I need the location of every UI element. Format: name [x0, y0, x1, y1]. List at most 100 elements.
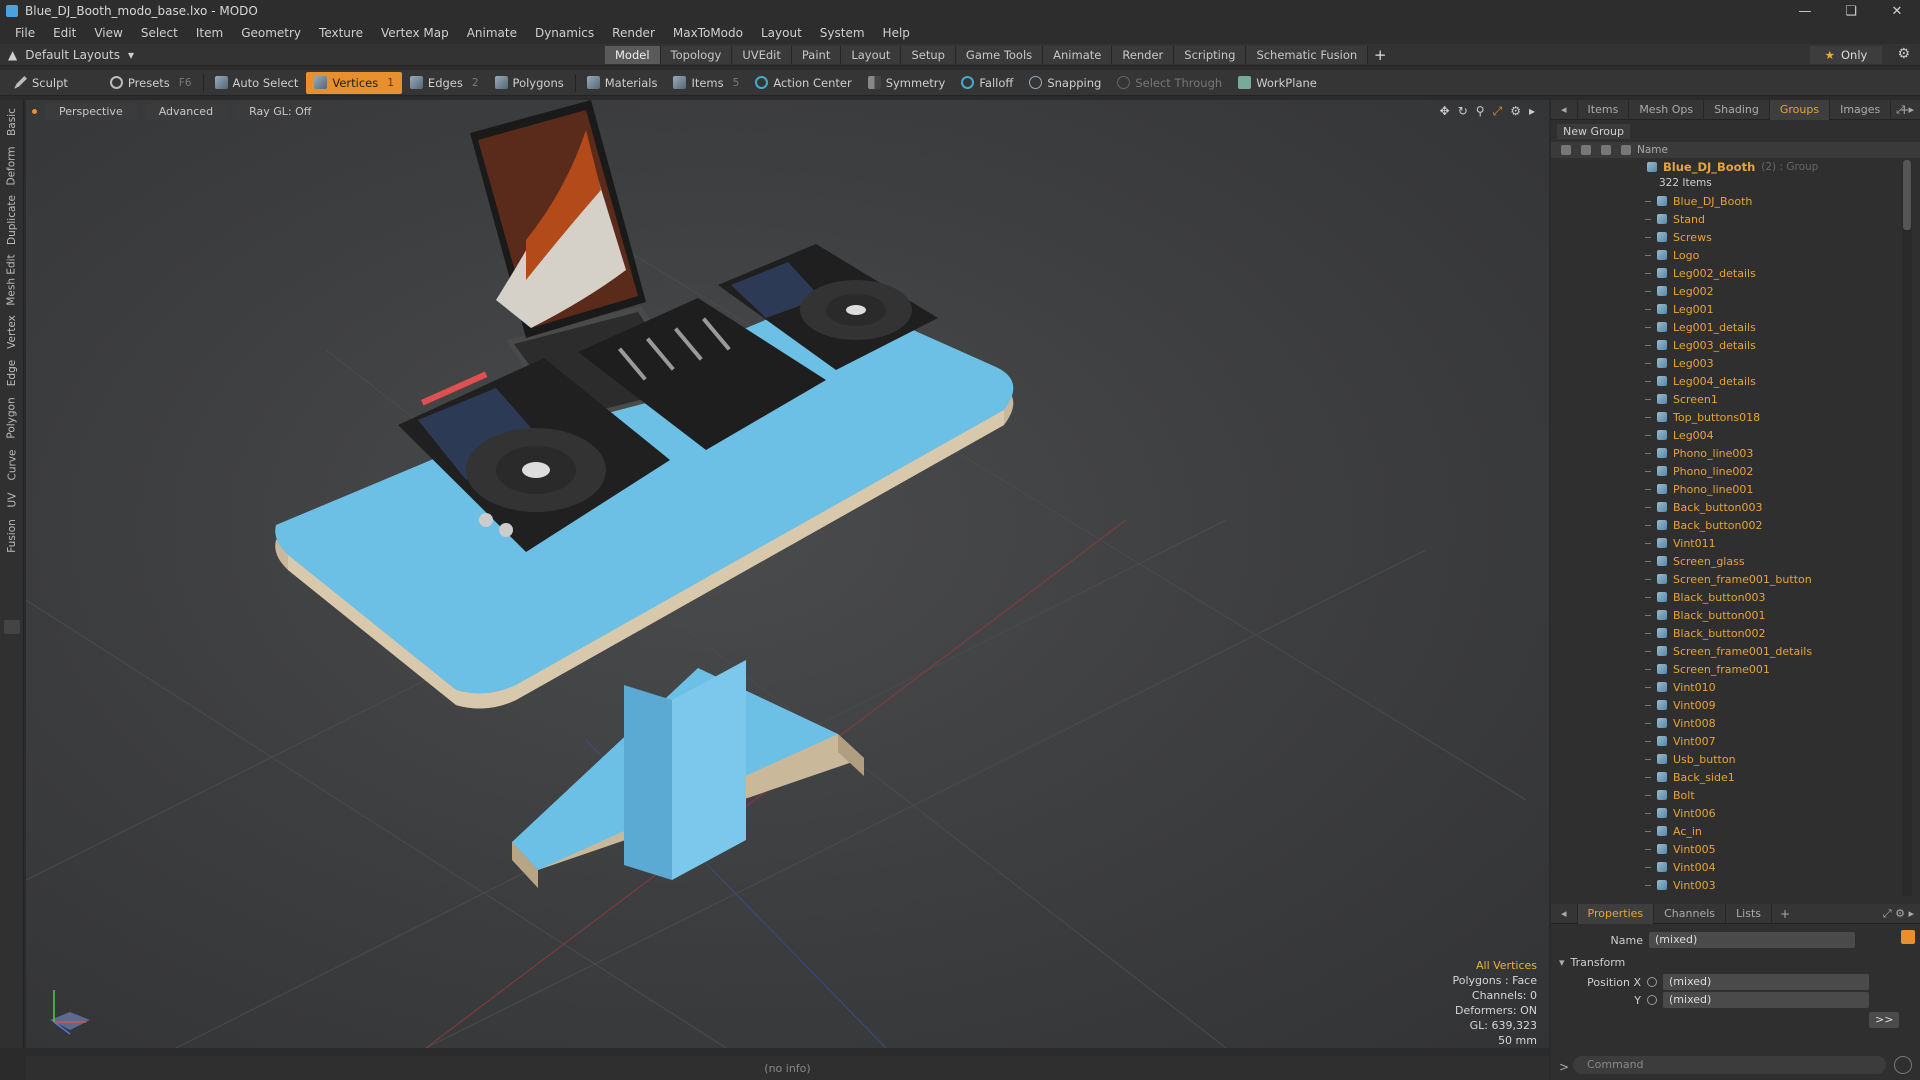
viewport-expand-icon[interactable]: ▸ — [1529, 104, 1535, 119]
menu-layout[interactable]: Layout — [752, 22, 811, 44]
menu-system[interactable]: System — [811, 22, 874, 44]
tab-animate[interactable]: Animate — [1043, 46, 1113, 64]
more-properties-button[interactable]: >> — [1869, 1012, 1900, 1028]
tab-render[interactable]: Render — [1112, 46, 1175, 64]
tab-scripting[interactable]: Scripting — [1174, 46, 1247, 64]
group-item-row[interactable]: Usb_button — [1551, 750, 1909, 768]
group-item-row[interactable]: Blue_DJ_Booth — [1551, 192, 1909, 210]
position-x-keyframe-icon[interactable] — [1647, 977, 1657, 987]
group-item-row[interactable]: Vint007 — [1551, 732, 1909, 750]
symmetry-button[interactable]: Symmetry — [860, 72, 954, 94]
group-item-row[interactable]: Leg004 — [1551, 426, 1909, 444]
command-input[interactable]: Command — [1573, 1056, 1886, 1074]
group-item-row[interactable]: Vint008 — [1551, 714, 1909, 732]
vertices-button[interactable]: Vertices 1 — [306, 71, 402, 94]
fit-view-icon[interactable]: ⤢ — [1493, 104, 1503, 119]
workplane-button[interactable]: WorkPlane — [1230, 72, 1325, 94]
menu-texture[interactable]: Texture — [310, 22, 372, 44]
position-x-field[interactable]: (mixed) — [1663, 974, 1869, 990]
left-tab-vertex[interactable]: Vertex — [0, 312, 24, 352]
menu-view[interactable]: View — [85, 22, 131, 44]
group-item-row[interactable]: Back_button002 — [1551, 516, 1909, 534]
group-item-row[interactable]: Leg001_details — [1551, 318, 1909, 336]
name-field[interactable]: (mixed) — [1649, 932, 1855, 948]
position-y-field[interactable]: (mixed) — [1663, 992, 1869, 1008]
group-item-row[interactable]: Back_side1 — [1551, 768, 1909, 786]
name-column-header[interactable]: Name — [1637, 144, 1668, 156]
left-tab-duplicate[interactable]: Duplicate — [0, 192, 24, 248]
menu-animate[interactable]: Animate — [458, 22, 526, 44]
snapping-button[interactable]: Snapping — [1021, 72, 1109, 94]
group-item-row[interactable]: Phono_line001 — [1551, 480, 1909, 498]
zoom-icon[interactable]: ⚲ — [1476, 104, 1485, 119]
props-tab-collapse[interactable]: ◂ — [1551, 903, 1578, 924]
restore-button[interactable]: ❏ — [1828, 0, 1874, 22]
tab-mesh-ops[interactable]: Mesh Ops — [1629, 99, 1705, 120]
left-tab-basic[interactable]: Basic — [0, 104, 24, 140]
new-group-button[interactable]: New Group — [1557, 123, 1630, 139]
expand-panel-icon[interactable]: ⤢ ▸ — [1896, 103, 1914, 117]
action-center-button[interactable]: Action Center — [747, 72, 859, 94]
left-panel-toggle[interactable] — [4, 620, 20, 634]
group-item-row[interactable]: Vint005 — [1551, 840, 1909, 858]
sculpt-button[interactable]: Sculpt — [6, 72, 76, 94]
menu-help[interactable]: Help — [874, 22, 919, 44]
menu-file[interactable]: File — [6, 22, 44, 44]
group-item-row[interactable]: Back_button003 — [1551, 498, 1909, 516]
group-item-row[interactable]: Vint010 — [1551, 678, 1909, 696]
lock-column-icon[interactable] — [1581, 145, 1591, 155]
menu-maxtomodo[interactable]: MaxToModo — [664, 22, 752, 44]
viewport-menu-dot[interactable] — [32, 108, 37, 114]
tab-lists[interactable]: Lists — [1726, 903, 1772, 924]
only-button[interactable]: ★ Only — [1810, 46, 1882, 64]
add-tab-icon[interactable]: + — [1368, 46, 1392, 64]
group-item-row[interactable]: Vint011 — [1551, 534, 1909, 552]
select-through-button[interactable]: Select Through — [1109, 72, 1230, 94]
group-item-row[interactable]: Phono_line003 — [1551, 444, 1909, 462]
menu-dynamics[interactable]: Dynamics — [526, 22, 603, 44]
left-tab-deform[interactable]: Deform — [0, 144, 24, 188]
tab-schematic-fusion[interactable]: Schematic Fusion — [1246, 46, 1369, 64]
group-item-row[interactable]: Leg003_details — [1551, 336, 1909, 354]
group-item-row[interactable]: Stand — [1551, 210, 1909, 228]
group-item-row[interactable]: Leg001 — [1551, 300, 1909, 318]
minimize-button[interactable]: — — [1782, 0, 1828, 22]
auto-select-button[interactable]: Auto Select — [207, 72, 307, 94]
group-item-row[interactable]: Screen_frame001 — [1551, 660, 1909, 678]
props-expand-icon[interactable]: ⤢ ⚙ ▸ — [1883, 907, 1914, 921]
left-tab-polygon[interactable]: Polygon — [0, 394, 24, 442]
presets-button[interactable]: Presets F6 — [102, 72, 200, 94]
props-scroll-indicator[interactable] — [1901, 930, 1915, 944]
group-item-row[interactable]: Top_buttons018 — [1551, 408, 1909, 426]
group-item-row[interactable]: Vint003 — [1551, 876, 1909, 894]
menu-geometry[interactable]: Geometry — [232, 22, 310, 44]
pan-icon[interactable]: ✥ — [1440, 104, 1450, 119]
3d-viewport[interactable]: Perspective Advanced Ray GL: Off ✥ ↻ ⚲ ⤢… — [26, 100, 1549, 1048]
menu-select[interactable]: Select — [132, 22, 187, 44]
left-tab-curve[interactable]: Curve — [0, 446, 24, 484]
view-type-button[interactable]: Perspective — [45, 102, 137, 120]
shading-button[interactable]: Advanced — [144, 102, 228, 120]
tab-setup[interactable]: Setup — [901, 46, 956, 64]
group-item-row[interactable]: Black_button001 — [1551, 606, 1909, 624]
tab-game-tools[interactable]: Game Tools — [955, 46, 1044, 64]
tab-topology[interactable]: Topology — [660, 46, 733, 64]
left-tab-edge[interactable]: Edge — [0, 356, 24, 390]
tab-shading[interactable]: Shading — [1704, 99, 1770, 120]
edges-button[interactable]: Edges 2 — [402, 72, 487, 94]
rotate-icon[interactable]: ↻ — [1458, 104, 1468, 119]
group-item-row[interactable]: Screen_frame001_button — [1551, 570, 1909, 588]
tab-channels[interactable]: Channels — [1654, 903, 1727, 924]
groups-scrollbar[interactable] — [1902, 160, 1912, 896]
layouts-dropdown[interactable]: ▲ Default Layouts ▾ — [8, 44, 134, 66]
materials-button[interactable]: Materials — [579, 72, 666, 94]
menu-vertex-map[interactable]: Vertex Map — [372, 22, 458, 44]
raygl-button[interactable]: Ray GL: Off — [235, 102, 326, 120]
tab-groups[interactable]: Groups — [1769, 99, 1831, 120]
tab-images[interactable]: Images — [1830, 99, 1892, 120]
group-item-row[interactable]: Black_button002 — [1551, 624, 1909, 642]
group-item-row[interactable]: Screen1 — [1551, 390, 1909, 408]
menu-render[interactable]: Render — [603, 22, 664, 44]
group-item-row[interactable]: Leg003 — [1551, 354, 1909, 372]
group-item-row[interactable]: Phono_line002 — [1551, 462, 1909, 480]
